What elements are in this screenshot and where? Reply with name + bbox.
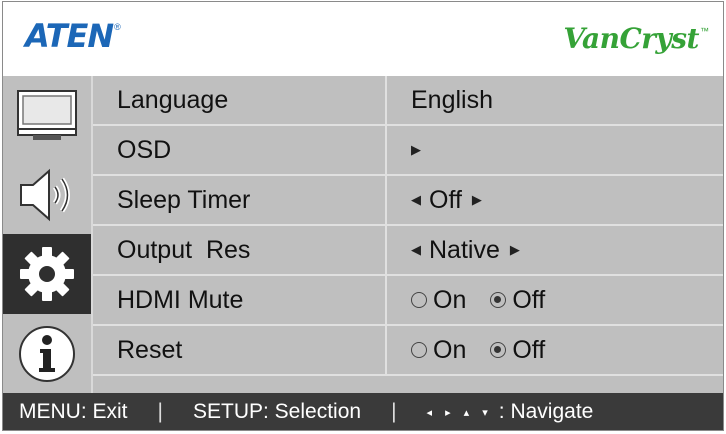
menu-row-label: Language: [117, 86, 229, 114]
menu-row-output-res[interactable]: Output Res ◀ Native ▶: [93, 226, 723, 276]
menu-row-value: ▶: [411, 126, 421, 174]
registered-mark: ®: [114, 22, 121, 32]
osd-screen: ATEN ® VanCryst ™ Language English OSD ▶…: [2, 1, 724, 431]
sleep-timer-value: Off: [429, 185, 462, 214]
column-divider: [385, 326, 387, 374]
column-divider: [385, 226, 387, 274]
hdmi-mute-on-option[interactable]: On: [411, 286, 466, 315]
menu-row-value: ◀ Off ▶: [411, 176, 482, 224]
reset-on-option[interactable]: On: [411, 336, 466, 365]
nav-arrows-icon: ◂ ▸ ▴ ▾: [426, 406, 493, 419]
column-divider: [385, 276, 387, 324]
arrow-left-icon[interactable]: ◀: [411, 192, 421, 208]
arrow-right-icon[interactable]: ▶: [472, 192, 482, 208]
menu-row-osd[interactable]: OSD ▶: [93, 126, 723, 176]
arrow-right-icon[interactable]: ▶: [510, 242, 520, 258]
menu-row-language[interactable]: Language English: [93, 76, 723, 126]
column-divider: [385, 126, 387, 174]
vancryst-logo: VanCryst ™: [563, 22, 709, 55]
menu-row-label: Output Res: [117, 236, 251, 264]
menu-row-sleep-timer[interactable]: Sleep Timer ◀ Off ▶: [93, 176, 723, 226]
speaker-icon: [20, 168, 70, 222]
menu-row-value: On Off: [411, 326, 569, 374]
navigate-hint: : Navigate: [498, 400, 594, 423]
menu-row-reset[interactable]: Reset On Off: [93, 326, 723, 376]
osd-body: Language English OSD ▶ Sleep Timer ◀ Off: [3, 76, 723, 393]
option-label: Off: [512, 335, 546, 364]
menu-bottom-strip: [93, 376, 723, 393]
menu-exit-hint: MENU: Exit: [19, 400, 128, 423]
submenu-arrow-icon[interactable]: ▶: [411, 142, 421, 158]
radio-checked-icon[interactable]: [490, 342, 507, 358]
column-divider: [385, 76, 387, 124]
column-divider: [385, 176, 387, 224]
menu-row-value: ◀ Native ▶: [411, 226, 520, 274]
settings-menu: Language English OSD ▶ Sleep Timer ◀ Off: [91, 76, 723, 393]
info-icon: [19, 325, 75, 382]
menu-row-label: Sleep Timer: [117, 186, 251, 214]
aten-logo: ATEN ®: [25, 16, 121, 56]
gear-icon: [20, 247, 74, 301]
aten-logo-text: ATEN: [25, 17, 114, 55]
option-label: On: [433, 285, 467, 314]
sidebar-item-display[interactable]: [3, 76, 91, 156]
menu-row-label: OSD: [117, 136, 172, 164]
category-sidebar: [3, 76, 91, 393]
option-label: Off: [512, 285, 546, 314]
sidebar-item-audio[interactable]: [3, 156, 91, 234]
menu-row-label: HDMI Mute: [117, 286, 244, 314]
header-bar: ATEN ® VanCryst ™: [3, 2, 723, 76]
menu-row-value: English: [411, 76, 493, 124]
reset-off-option[interactable]: Off: [490, 336, 545, 365]
footer-separator: |: [157, 400, 163, 423]
language-value: English: [411, 85, 493, 114]
hdmi-mute-off-option[interactable]: Off: [490, 286, 545, 315]
footer-separator: |: [391, 400, 397, 423]
trademark-mark: ™: [700, 26, 709, 36]
menu-row-value: On Off: [411, 276, 569, 324]
arrow-left-icon[interactable]: ◀: [411, 242, 421, 258]
monitor-icon: [17, 90, 77, 140]
menu-row-hdmi-mute[interactable]: HDMI Mute On Off: [93, 276, 723, 326]
output-res-value: Native: [429, 235, 500, 264]
radio-unchecked-icon[interactable]: [411, 292, 427, 308]
footer-hint-bar: MENU: Exit | SETUP: Selection | ◂ ▸ ▴ ▾ …: [3, 393, 723, 430]
menu-row-label: Reset: [117, 336, 183, 364]
vancryst-logo-text: VanCryst: [563, 22, 699, 55]
setup-selection-hint: SETUP: Selection: [192, 400, 362, 423]
radio-checked-icon[interactable]: [490, 292, 507, 308]
sidebar-item-setup[interactable]: [3, 234, 91, 314]
radio-unchecked-icon[interactable]: [411, 342, 427, 358]
sidebar-item-info[interactable]: [3, 314, 91, 393]
option-label: On: [433, 335, 467, 364]
